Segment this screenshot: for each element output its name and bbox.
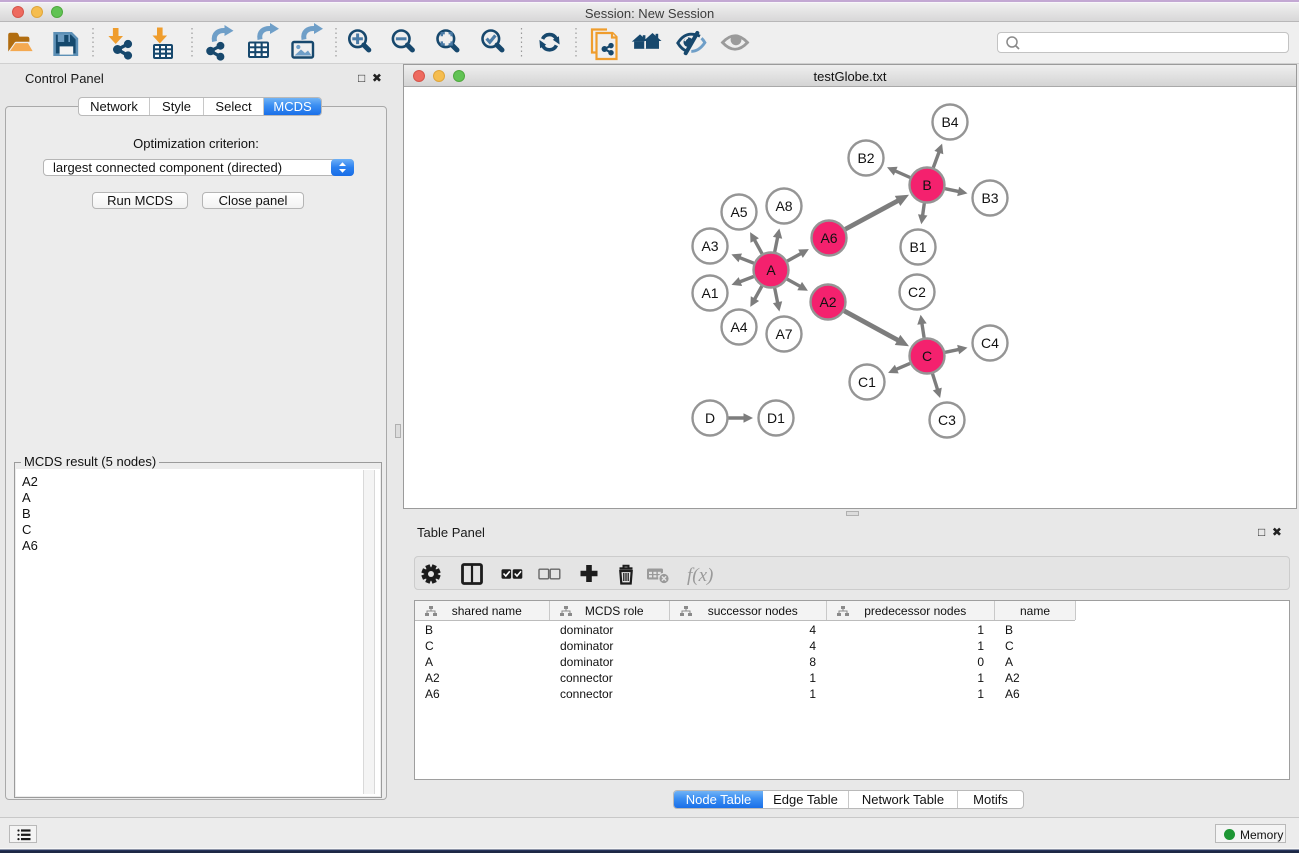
svg-text:C: C [922, 348, 932, 364]
svg-text:A5: A5 [730, 204, 747, 220]
svg-text:C1: C1 [858, 374, 876, 390]
svg-text:A: A [766, 262, 776, 278]
svg-text:A3: A3 [701, 238, 718, 254]
svg-text:A7: A7 [775, 326, 792, 342]
svg-text:A1: A1 [701, 285, 718, 301]
svg-text:B4: B4 [941, 114, 958, 130]
svg-text:B2: B2 [857, 150, 874, 166]
svg-text:C2: C2 [908, 284, 926, 300]
svg-text:B1: B1 [909, 239, 926, 255]
svg-text:f(x): f(x) [687, 565, 713, 586]
svg-text:D1: D1 [767, 410, 785, 426]
svg-text:A4: A4 [730, 319, 747, 335]
svg-text:C4: C4 [981, 335, 999, 351]
svg-text:B: B [922, 177, 931, 193]
svg-text:A2: A2 [819, 294, 836, 310]
svg-text:A8: A8 [775, 198, 792, 214]
svg-text:D: D [705, 410, 715, 426]
svg-text:B3: B3 [981, 190, 998, 206]
svg-text:A6: A6 [820, 230, 837, 246]
svg-text:C3: C3 [938, 412, 956, 428]
